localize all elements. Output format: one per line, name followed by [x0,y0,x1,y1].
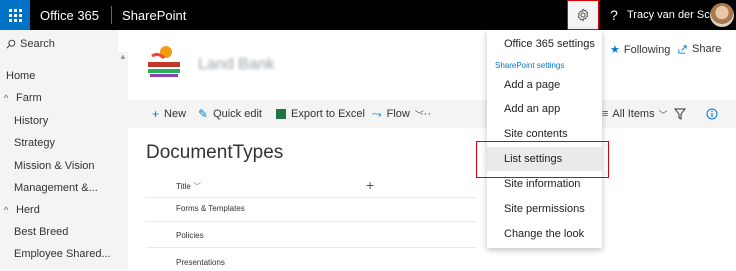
share-button[interactable]: Share [677,43,721,55]
view-switcher[interactable]: ≡ All Items ﹀ [602,100,668,128]
settings-gear-button[interactable] [567,0,599,30]
pencil-icon: ✎ [198,107,209,121]
sharepoint-app-link[interactable]: SharePoint [122,8,186,23]
row-divider [146,247,476,248]
add-column-button[interactable]: + [366,177,374,193]
nav-item-herd[interactable]: ^ Herd [4,204,40,216]
menu-item-list-settings[interactable]: List settings [487,147,602,171]
star-icon: ★ [610,44,620,56]
flow-button[interactable]: ⤳ Flow ﹀ [372,100,424,128]
column-header-title[interactable]: Title ﹀ [176,181,201,192]
follow-button[interactable]: ★ Following [610,43,671,57]
nav-item-mission-vision[interactable]: Mission & Vision [14,160,95,172]
gear-icon [577,8,589,22]
quick-edit-button[interactable]: ✎ Quick edit [198,100,262,128]
table-row[interactable]: Policies [176,231,204,240]
info-button[interactable] [706,100,718,128]
nav-item-label: Strategy [14,137,55,149]
info-icon [706,108,718,120]
site-logo[interactable] [146,42,182,78]
chevron-down-icon: ﹀ [658,109,668,120]
nav-item-label: Mission & Vision [14,160,95,172]
list-title: DocumentTypes [146,142,284,163]
nav-item-label: Farm [16,92,42,104]
chevron-up-icon[interactable]: ^ [4,93,16,103]
share-icon [678,44,687,54]
menu-item-office365-settings[interactable]: Office 365 settings [487,32,602,56]
help-icon: ? [610,7,618,23]
nav-item-label: Herd [16,204,40,216]
suite-divider [111,6,113,24]
search-icon [6,39,16,49]
nav-scrollbar[interactable] [118,52,128,271]
nav-item-label: Management &... [14,182,98,194]
menu-item-change-look[interactable]: Change the look [487,222,602,246]
export-label: Export to Excel [291,108,365,120]
user-name[interactable]: Tracy van der Sc... [627,0,719,30]
nav-item-label: History [14,115,49,127]
follow-label: Following [623,43,671,56]
left-navigation: Search Home ^ Farm History Strategy Missi… [0,30,118,271]
site-title[interactable]: Land Bank [198,56,275,74]
table-row[interactable]: Forms & Templates [176,204,245,213]
nav-item-management[interactable]: Management &... [14,182,98,194]
filter-button[interactable] [674,100,686,128]
column-header-label: Title [176,182,191,191]
filter-icon [674,108,686,120]
quick-edit-label: Quick edit [213,108,262,120]
more-commands-button[interactable]: ··· [420,100,431,128]
nav-item-home[interactable]: Home [6,70,35,82]
app-launcher-button[interactable] [0,0,30,30]
more-icon: ··· [420,108,431,120]
excel-icon [276,109,286,119]
new-button[interactable]: + New [152,100,186,128]
flow-icon: ⤳ [372,106,382,121]
flow-label: Flow [386,108,410,120]
view-label: All Items [612,108,655,120]
menu-section-sharepoint-settings: SharePoint settings [495,61,565,70]
menu-item-add-page[interactable]: Add a page [487,73,602,97]
chevron-up-icon[interactable]: ^ [4,205,16,215]
menu-item-site-permissions[interactable]: Site permissions [487,197,602,221]
suite-bar: Office 365 SharePoint [0,0,736,30]
command-bar: + New ✎ Quick edit Export to Excel ⤳ Flo… [128,100,736,128]
lines-icon: ≡ [602,108,609,120]
nav-item-label: Employee Shared... [14,248,111,260]
table-row[interactable]: Presentations [176,258,225,267]
search-label: Search [20,38,55,50]
settings-menu: Office 365 settings SharePoint settings … [487,30,602,248]
menu-item-site-information[interactable]: Site information [487,172,602,196]
office365-brand-link[interactable]: Office 365 [40,8,99,23]
nav-item-farm[interactable]: ^ Farm [4,92,42,104]
row-divider [146,197,476,198]
nav-item-history[interactable]: History [14,115,48,127]
export-to-excel-button[interactable]: Export to Excel [276,100,365,128]
nav-item-strategy[interactable]: Strategy [14,137,55,149]
scroll-up-arrow-icon[interactable]: ▲ [118,52,128,64]
nav-item-label: Best Breed [14,226,69,238]
share-label: Share [692,43,722,55]
waffle-icon [8,8,22,22]
search-box[interactable]: Search [6,38,55,50]
nav-item-label: Home [6,70,36,82]
plus-icon: + [152,107,160,121]
row-divider [146,221,476,222]
nav-item-employee-shared[interactable]: Employee Shared... [14,248,111,260]
menu-item-site-contents[interactable]: Site contents [487,122,602,146]
help-button[interactable]: ? [604,0,624,30]
menu-item-add-app[interactable]: Add an app [487,97,602,121]
avatar[interactable] [710,3,734,27]
nav-item-best-breed[interactable]: Best Breed [14,226,68,238]
chevron-down-icon: ﹀ [193,182,202,191]
new-label: New [164,108,187,120]
